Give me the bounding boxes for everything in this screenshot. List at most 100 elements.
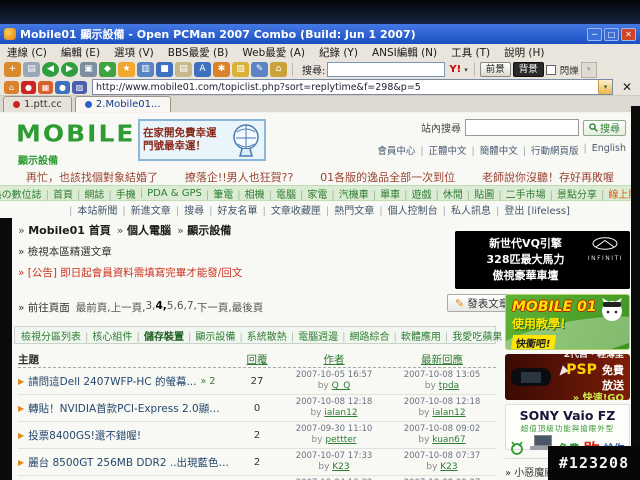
nav-item[interactable]: 相機 xyxy=(233,186,265,201)
topic-row[interactable]: ▶ 投票8400GS!還不錯喔! 2 2007-09-30 11:10 by p… xyxy=(18,422,496,449)
topic-row[interactable]: ▶ 請問這Dell 2407WFP-HC 的螢幕... » 2 27 2007-… xyxy=(18,368,496,395)
top-link[interactable]: 正體中文 xyxy=(415,143,467,157)
nav-item[interactable]: 二手市場 xyxy=(494,186,546,201)
stop-icon[interactable]: ● xyxy=(21,80,36,94)
nav-item[interactable]: 電腦 xyxy=(265,186,296,201)
user-nav-item[interactable]: 私人訊息 xyxy=(438,202,491,217)
page-link[interactable]: 6 xyxy=(177,300,187,315)
mobile01-tutorial-ad[interactable]: MOBILE 01 使用教學！ 快衝吧! xyxy=(505,294,630,350)
header-ad-banner[interactable]: 在家開免費幸運 門號最幸運！ xyxy=(138,119,266,161)
font-icon[interactable]: A xyxy=(194,62,211,77)
nav-item[interactable]: 網誌 xyxy=(73,186,104,201)
nav-item[interactable]: 手機 xyxy=(104,186,136,201)
last-replier-link[interactable]: ialan12 xyxy=(432,408,465,418)
sub-board-link[interactable]: 核心組件 xyxy=(81,328,132,343)
sub-board-link[interactable]: 網路綜合 xyxy=(338,328,390,343)
maximize-button[interactable]: □ xyxy=(604,27,619,41)
tagline-ad-link[interactable]: 再忙，也該找個對象結婚了 xyxy=(26,169,158,185)
url-input[interactable] xyxy=(93,81,598,93)
breadcrumb-item[interactable]: 顯示設備 xyxy=(177,222,231,238)
plugin-icon[interactable]: ◆ xyxy=(99,62,116,77)
psp-ad[interactable]: 2代目・輕薄型 PSP 免費放送 » 快速!GO xyxy=(505,354,630,400)
col-replies[interactable]: 回覆 xyxy=(234,352,280,367)
nav-item[interactable]: 熱の數位誌 xyxy=(0,186,42,201)
yahoo-engine-label[interactable]: Y! xyxy=(449,64,461,75)
last-replier-link[interactable]: K23 xyxy=(440,462,457,472)
hot-icon[interactable]: ▦ xyxy=(38,80,53,94)
topic-row[interactable]: ▶ [開箱分享]AOC 210V 22吋液晶螢幕開箱報告 3 2007-10-0… xyxy=(18,476,496,480)
page-link[interactable]: 最後頁 xyxy=(232,300,264,315)
nav-item[interactable]: 遊戲 xyxy=(400,186,431,201)
nav-item[interactable]: PDA & GPS xyxy=(136,188,202,199)
user-nav-item[interactable]: 登出 [lifeless] xyxy=(491,202,570,217)
nav-item[interactable]: 汽機車 xyxy=(327,186,369,201)
tab-mobile01[interactable]: 2.Mobile01... xyxy=(74,96,171,112)
breadcrumb-item[interactable]: 個人電腦 xyxy=(117,222,171,238)
close-toolbar-icon[interactable]: ✕ xyxy=(618,80,636,94)
sub-board-link[interactable]: 顯示設備 xyxy=(184,328,235,343)
folder2-icon[interactable]: ▨ xyxy=(72,80,87,94)
sub-board-link[interactable]: 儲存裝置 xyxy=(132,328,184,343)
user-nav-item[interactable]: 文章收藏匣 xyxy=(258,202,321,217)
toolbar-search-input[interactable] xyxy=(327,62,446,77)
user-nav-item[interactable]: 本站新聞 xyxy=(64,202,117,217)
top-link[interactable]: 行動網頁版 xyxy=(518,143,579,157)
favorites-star-icon[interactable]: ★ xyxy=(118,62,135,77)
menu-item[interactable]: 紀錄 (Y) xyxy=(312,45,365,60)
globe-icon[interactable]: ● xyxy=(55,80,70,94)
menu-item[interactable]: 說明 (H) xyxy=(497,45,551,60)
sub-board-link[interactable]: 我愛吃蘋果 xyxy=(441,328,502,343)
menu-item[interactable]: 編輯 (E) xyxy=(54,45,107,60)
nav-item[interactable]: 單車 xyxy=(369,186,400,201)
topic-title-link[interactable]: 麗台 8500GT 256MB DDR2 ..出現藍色畫面 xyxy=(28,455,230,470)
page-link[interactable]: 4 xyxy=(155,300,166,315)
author-link[interactable]: pettter xyxy=(325,435,356,445)
connect-icon[interactable]: + xyxy=(4,62,21,77)
topic-title-link[interactable]: 請問這Dell 2407WFP-HC 的螢幕... xyxy=(28,374,196,389)
page-link[interactable]: 7 xyxy=(187,300,197,315)
back-icon[interactable]: ◀ xyxy=(42,62,59,77)
engine-dropdown-icon[interactable]: ▾ xyxy=(464,66,468,74)
breadcrumb-item[interactable]: Mobile01 首頁 xyxy=(18,222,111,238)
tagline-ad-link[interactable]: 撩落企!!男人也狂賀?? xyxy=(185,169,294,185)
nav-item[interactable]: 首頁 xyxy=(42,186,73,201)
page-link[interactable]: 5 xyxy=(167,300,177,315)
top-link[interactable]: 簡體中文 xyxy=(467,143,518,157)
topic-title-link[interactable]: 轉貼！NVIDIA首款PCI-Express 2.0顯示卡現身 - GeForc… xyxy=(28,401,230,416)
user-nav-item[interactable]: 熱門文章 xyxy=(321,202,374,217)
tab-ptt[interactable]: 1.ptt.cc xyxy=(3,96,72,112)
url-dropdown-icon[interactable]: ▾ xyxy=(598,80,612,94)
sony-vaio-ad[interactable]: SONY Vaio FZ 超值頂級功能與搶眼外型 免費 敗 給你 xyxy=(505,404,630,459)
page-link[interactable]: 3 xyxy=(145,300,155,315)
last-replier-link[interactable]: kuan67 xyxy=(432,435,465,445)
bbs-list-icon[interactable]: ▣ xyxy=(80,62,97,77)
save-icon[interactable]: ■ xyxy=(156,62,173,77)
menu-item[interactable]: ANSI編輯 (N) xyxy=(365,45,444,60)
topic-row[interactable]: ▶ 轉貼！NVIDIA首款PCI-Express 2.0顯示卡現身 - GeFo… xyxy=(18,395,496,422)
user-nav-item[interactable]: 好友名單 xyxy=(204,202,258,217)
author-link[interactable]: ialan12 xyxy=(324,408,357,418)
topic-row[interactable]: ▶ 麗台 8500GT 256MB DDR2 ..出現藍色畫面 2 2007-1… xyxy=(18,449,496,476)
copy-icon[interactable]: ▥ xyxy=(137,62,154,77)
folder-icon[interactable]: ▨ xyxy=(232,62,249,77)
nav-item[interactable]: 筆電 xyxy=(202,186,233,201)
foreground-color-button[interactable]: 前景 xyxy=(479,62,511,77)
menu-item[interactable]: Web最愛 (A) xyxy=(235,45,312,60)
sub-board-link[interactable]: 電腦週邊 xyxy=(287,328,338,343)
site-search-input[interactable] xyxy=(465,119,579,136)
page-link[interactable]: 上一頁 xyxy=(111,300,146,315)
gear-icon[interactable]: ✱ xyxy=(213,62,230,77)
nav-item[interactable]: 景點分享 xyxy=(546,186,597,201)
tagline-ad-link[interactable]: 01各版的逸品全部一次到位 xyxy=(320,169,455,185)
user-nav-item[interactable]: 個人控制台 xyxy=(374,202,438,217)
nav-item[interactable]: 貼圖 xyxy=(463,186,494,201)
top-link[interactable]: 會員中心 xyxy=(377,143,415,157)
last-replier-link[interactable]: tpda xyxy=(439,381,459,391)
tagline-ad-link[interactable]: 老師說你沒聽！存好再敗喔 xyxy=(482,169,614,185)
top-link[interactable]: English xyxy=(578,143,626,157)
site-search-button[interactable]: 搜尋 xyxy=(583,119,626,136)
menu-item[interactable]: 選項 (V) xyxy=(107,45,161,60)
paste-icon[interactable]: ▤ xyxy=(23,62,40,77)
page-link[interactable]: 下一頁 xyxy=(197,300,232,315)
infiniti-ad[interactable]: INFINITI 新世代VQ引擎 328匹最大馬力 傲視豪華車壇 xyxy=(455,231,630,289)
